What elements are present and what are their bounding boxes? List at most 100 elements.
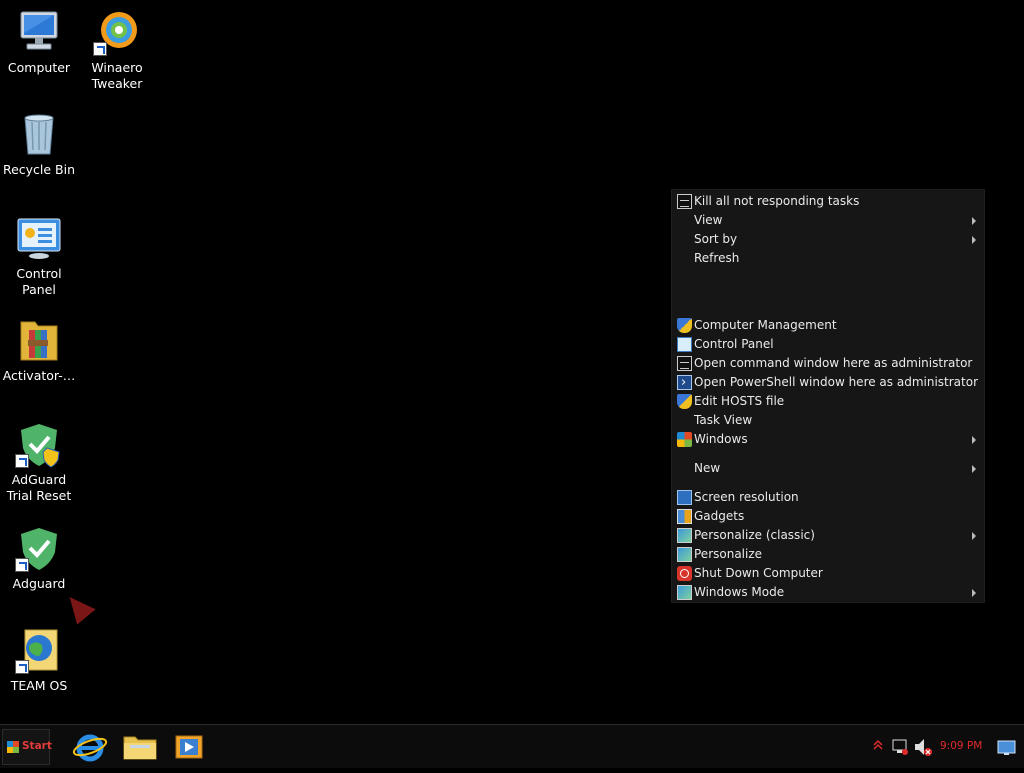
show-hidden-icons-chevron-icon	[873, 739, 883, 750]
windows-flag-icon	[7, 741, 19, 753]
menu-item-label: Screen resolution	[694, 490, 799, 504]
shortcut-arrow-icon	[93, 42, 107, 56]
desktop-icon-label: Control Panel	[16, 266, 62, 297]
menu-item-label: Windows	[694, 432, 748, 446]
desktop-icon-adguard[interactable]: Adguard	[0, 524, 78, 592]
menu-item-kill-not-responding[interactable]: Kill all not responding tasks	[672, 192, 984, 211]
control-panel-icon	[677, 337, 692, 352]
menu-item-label: Sort by	[694, 232, 738, 246]
uac-shield-icon	[677, 318, 692, 333]
personalize-icon	[677, 547, 692, 562]
desktop-icon-control-panel[interactable]: Control Panel	[0, 214, 78, 298]
computer-icon	[15, 8, 63, 56]
menu-item-label: Task View	[694, 413, 753, 427]
desktop-icon-recycle-bin[interactable]: Recycle Bin	[0, 110, 78, 178]
menu-item-refresh[interactable]: Refresh	[672, 249, 984, 268]
taskbar-internet-explorer[interactable]	[72, 731, 108, 763]
start-label: Start	[22, 740, 52, 752]
tray-clock[interactable]: 9:09 PM	[940, 740, 982, 752]
submenu-arrow-icon	[972, 436, 976, 444]
desktop-icon-label: Adguard	[12, 576, 66, 591]
menu-item-label: Kill all not responding tasks	[694, 194, 860, 208]
desktop-icon-computer[interactable]: Computer	[0, 8, 78, 76]
screen-resolution-icon	[677, 490, 692, 505]
menu-item-gadgets[interactable]: Gadgets	[672, 507, 984, 526]
gadgets-icon	[677, 509, 692, 524]
recycle-bin-icon	[15, 110, 63, 158]
desktop-context-menu: Kill all not responding tasks View Sort …	[671, 189, 985, 603]
submenu-arrow-icon	[972, 217, 976, 225]
menu-item-label: View	[694, 213, 723, 227]
tray-volume[interactable]	[912, 725, 934, 769]
menu-item-view[interactable]: View	[672, 211, 984, 230]
menu-item-label: Open command window here as administrato…	[694, 356, 973, 370]
windows-flag-icon	[677, 432, 692, 447]
menu-item-open-cmd-admin[interactable]: Open command window here as administrato…	[672, 354, 984, 373]
desktop-icon-adguard-trial-reset[interactable]: AdGuard Trial Reset	[0, 420, 78, 504]
taskbar-media-player[interactable]	[172, 731, 208, 763]
powershell-icon	[677, 373, 692, 392]
tray-network[interactable]	[890, 725, 910, 769]
uac-shield-icon	[677, 394, 692, 409]
winaero-tweaker-icon	[93, 8, 141, 56]
menu-item-windows-mode[interactable]: Windows Mode	[672, 583, 984, 602]
start-button[interactable]: Start	[2, 729, 52, 765]
desktop-icon-label: Winaero Tweaker	[91, 60, 143, 91]
taskbar: Start 9:09 PM	[0, 724, 1024, 768]
taskbar-file-explorer[interactable]	[122, 731, 158, 763]
desktop-icon-label: Recycle Bin	[2, 162, 76, 177]
submenu-arrow-icon	[972, 465, 976, 473]
menu-item-screen-resolution[interactable]: Screen resolution	[672, 488, 984, 507]
menu-item-label: Open PowerShell window here as administr…	[694, 375, 979, 389]
desktop-icon-label: Activator-…	[2, 368, 76, 383]
menu-item-open-powershell-admin[interactable]: Open PowerShell window here as administr…	[672, 373, 984, 392]
menu-item-new[interactable]: New	[672, 459, 984, 478]
control-panel-icon	[15, 214, 63, 262]
shutdown-icon	[677, 566, 692, 581]
menu-item-sort-by[interactable]: Sort by	[672, 230, 984, 249]
file-explorer-icon	[123, 736, 157, 760]
menu-item-personalize[interactable]: Personalize	[672, 545, 984, 564]
shortcut-arrow-icon	[15, 558, 29, 572]
menu-item-windows[interactable]: Windows	[672, 430, 984, 449]
menu-item-label: Refresh	[694, 251, 740, 265]
archive-folder-icon	[15, 316, 63, 364]
menu-item-task-view[interactable]: Task View	[672, 411, 984, 430]
submenu-arrow-icon	[972, 589, 976, 597]
command-window-icon	[677, 194, 692, 209]
submenu-arrow-icon	[972, 532, 976, 540]
menu-item-edit-hosts[interactable]: Edit HOSTS file	[672, 392, 984, 411]
desktop-icon-winaero-tweaker[interactable]: Winaero Tweaker	[78, 8, 156, 92]
personalize-icon	[677, 585, 692, 600]
menu-item-shut-down[interactable]: Shut Down Computer	[672, 564, 984, 583]
shortcut-arrow-icon	[15, 660, 29, 674]
internet-explorer-icon	[72, 734, 108, 762]
menu-item-label: Computer Management	[694, 318, 837, 332]
show-desktop-icon	[997, 740, 1016, 755]
media-player-icon	[175, 735, 203, 759]
menu-item-computer-management[interactable]: Computer Management	[672, 316, 984, 335]
menu-item-label: Gadgets	[694, 509, 745, 523]
tray-show-desktop[interactable]	[996, 725, 1018, 769]
menu-item-label: Personalize	[694, 547, 763, 561]
command-window-icon	[677, 356, 692, 371]
menu-item-label: Control Panel	[694, 337, 774, 351]
personalize-icon	[677, 528, 692, 543]
menu-item-label: Personalize (classic)	[694, 528, 815, 542]
menu-item-control-panel[interactable]: Control Panel	[672, 335, 984, 354]
menu-item-label: New	[694, 461, 721, 475]
adguard-shield-icon	[15, 420, 63, 468]
submenu-arrow-icon	[972, 236, 976, 244]
adguard-shield-icon	[15, 524, 63, 572]
menu-item-label: Windows Mode	[694, 585, 785, 599]
desktop-icon-team-os[interactable]: TEAM OS	[0, 626, 78, 694]
volume-muted-icon	[915, 739, 932, 756]
shortcut-arrow-icon	[15, 454, 29, 468]
desktop-icon-label: AdGuard Trial Reset	[6, 472, 72, 503]
menu-item-personalize-classic[interactable]: Personalize (classic)	[672, 526, 984, 545]
mouse-cursor-icon	[60, 589, 96, 625]
tray-show-hidden[interactable]	[868, 725, 888, 769]
desktop-icon-activator[interactable]: Activator-…	[0, 316, 78, 384]
menu-item-label: Shut Down Computer	[694, 566, 823, 580]
desktop-icon-label: Computer	[7, 60, 71, 75]
